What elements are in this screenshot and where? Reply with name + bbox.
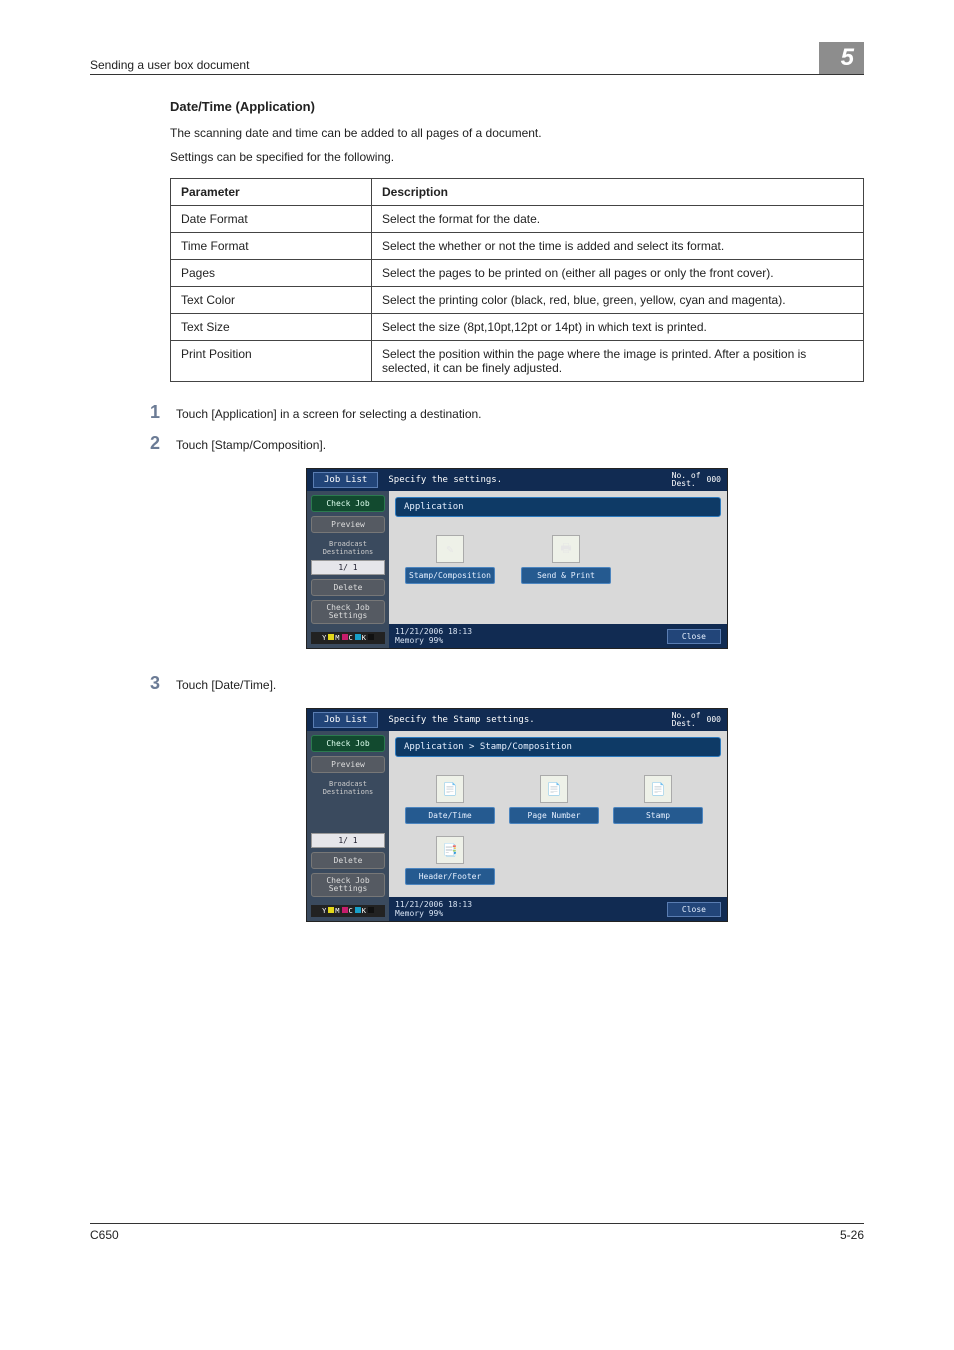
- close-button[interactable]: Close: [667, 902, 721, 917]
- check-job-settings-button[interactable]: Check Job Settings: [311, 873, 385, 897]
- no-of-dest-label: No. of Dest.: [672, 472, 701, 488]
- preview-button[interactable]: Preview: [311, 516, 385, 533]
- close-button[interactable]: Close: [667, 629, 721, 644]
- table-row: PagesSelect the pages to be printed on (…: [171, 260, 864, 287]
- preview-button[interactable]: Preview: [311, 756, 385, 773]
- step-1: 1 Touch [Application] in a screen for se…: [134, 402, 864, 423]
- tile-stamp[interactable]: 📄 Stamp: [613, 775, 703, 824]
- tile-send-print[interactable]: 🖶 Send & Print: [521, 535, 611, 584]
- delete-button[interactable]: Delete: [311, 579, 385, 596]
- no-of-dest-label: No. of Dest.: [672, 712, 701, 728]
- table-row: Text ColorSelect the printing color (bla…: [171, 287, 864, 314]
- step-2: 2 Touch [Stamp/Composition].: [134, 433, 864, 454]
- date-time-icon: 📄: [436, 775, 464, 803]
- tile-page-number[interactable]: 📄 Page Number: [509, 775, 599, 824]
- ymck-indicator: Y M C K: [311, 632, 385, 644]
- step-number: 2: [134, 433, 160, 454]
- step-number: 1: [134, 402, 160, 423]
- stamp-icon: 📄: [644, 775, 672, 803]
- step-3: 3 Touch [Date/Time].: [134, 673, 864, 694]
- ymck-indicator: Y M C K: [311, 905, 385, 917]
- parameters-table: Parameter Description Date FormatSelect …: [170, 178, 864, 382]
- app-screenshot-application: Job List Specify the settings. No. of De…: [306, 468, 728, 649]
- timestamp: 11/21/2006 18:13: [395, 627, 472, 636]
- section-title: Date/Time (Application): [170, 99, 864, 114]
- job-list-button[interactable]: Job List: [313, 712, 378, 728]
- page-footer: C650 5-26: [90, 1223, 864, 1242]
- delete-button[interactable]: Delete: [311, 852, 385, 869]
- tile-stamp-composition[interactable]: ✎ Stamp/Composition: [405, 535, 495, 584]
- broadcast-destinations-label: Broadcast Destinations: [311, 781, 385, 796]
- job-list-button[interactable]: Job List: [313, 472, 378, 488]
- breadcrumb: Application > Stamp/Composition: [395, 737, 721, 757]
- table-row: Text SizeSelect the size (8pt,10pt,12pt …: [171, 314, 864, 341]
- page-counter: 1/ 1: [311, 833, 385, 848]
- memory-indicator: Memory 99%: [395, 636, 472, 645]
- step-number: 3: [134, 673, 160, 694]
- intro-paragraph-1: The scanning date and time can be added …: [170, 126, 864, 140]
- send-print-icon: 🖶: [552, 535, 580, 563]
- running-header: Sending a user box document 5: [90, 40, 864, 75]
- table-row: Date FormatSelect the format for the dat…: [171, 206, 864, 233]
- intro-paragraph-2: Settings can be specified for the follow…: [170, 150, 864, 164]
- step-text: Touch [Date/Time].: [176, 678, 864, 692]
- check-job-button[interactable]: Check Job: [311, 495, 385, 512]
- running-head-text: Sending a user box document: [90, 58, 249, 72]
- tile-header-footer[interactable]: 📑 Header/Footer: [405, 836, 495, 885]
- page-number-icon: 📄: [540, 775, 568, 803]
- stamp-composition-icon: ✎: [436, 535, 464, 563]
- th-parameter: Parameter: [171, 179, 372, 206]
- table-row: Print PositionSelect the position within…: [171, 341, 864, 382]
- breadcrumb: Application: [395, 497, 721, 517]
- footer-model: C650: [90, 1228, 119, 1242]
- no-of-dest-value: 000: [707, 476, 721, 484]
- chapter-number: 5: [819, 42, 864, 74]
- table-row: Time FormatSelect the whether or not the…: [171, 233, 864, 260]
- step-text: Touch [Application] in a screen for sele…: [176, 407, 864, 421]
- tile-date-time[interactable]: 📄 Date/Time: [405, 775, 495, 824]
- header-footer-icon: 📑: [436, 836, 464, 864]
- timestamp: 11/21/2006 18:13: [395, 900, 472, 909]
- screen-header-text: Specify the settings.: [378, 475, 671, 485]
- app-screenshot-stamp-composition: Job List Specify the Stamp settings. No.…: [306, 708, 728, 922]
- screen-header-text: Specify the Stamp settings.: [378, 715, 671, 725]
- th-description: Description: [372, 179, 864, 206]
- broadcast-destinations-label: Broadcast Destinations: [311, 541, 385, 556]
- memory-indicator: Memory 99%: [395, 909, 472, 918]
- footer-page: 5-26: [840, 1228, 864, 1242]
- page-counter: 1/ 1: [311, 560, 385, 575]
- check-job-settings-button[interactable]: Check Job Settings: [311, 600, 385, 624]
- check-job-button[interactable]: Check Job: [311, 735, 385, 752]
- no-of-dest-value: 000: [707, 716, 721, 724]
- step-text: Touch [Stamp/Composition].: [176, 438, 864, 452]
